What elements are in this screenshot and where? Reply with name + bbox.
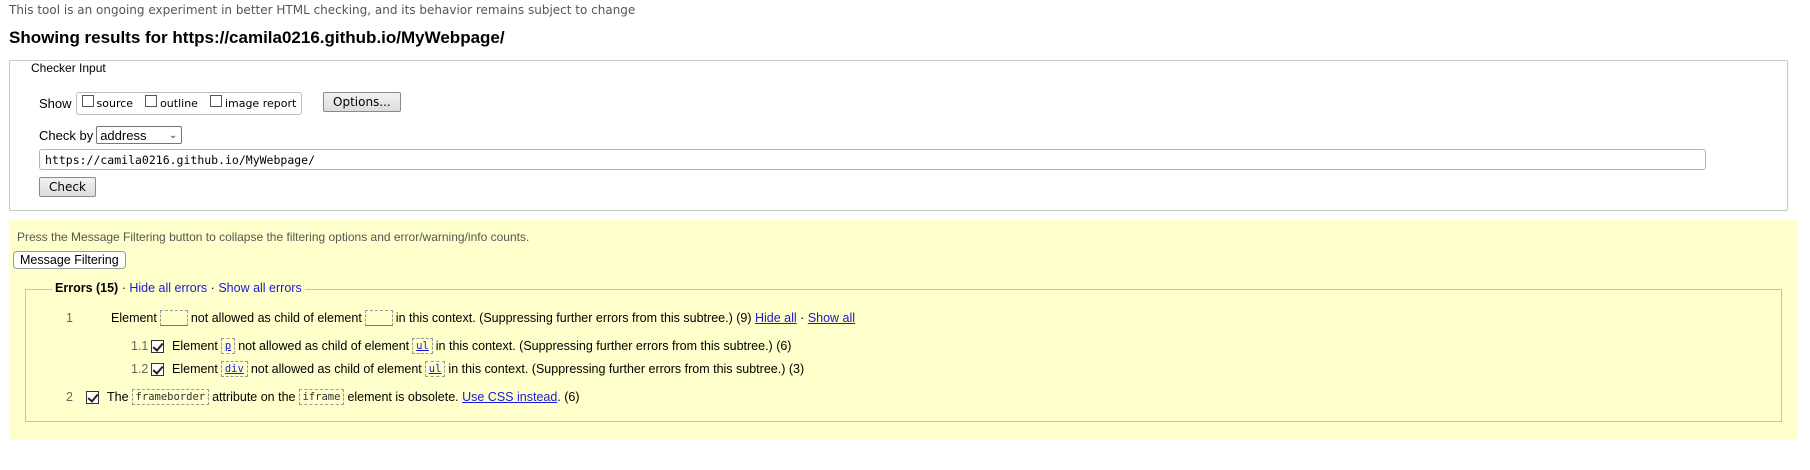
check-by-row: Check by address ⌄ — [39, 126, 183, 144]
error-number: 1 — [66, 311, 73, 325]
results-heading: Showing results for https://camila0216.g… — [9, 28, 505, 47]
show-all-errors-link[interactable]: Show all errors — [218, 281, 301, 295]
check-button[interactable]: Check — [39, 177, 96, 197]
parent-code-blank — [364, 310, 393, 326]
error-number: 2 — [66, 390, 73, 404]
errors-legend: Errors (15) · Hide all errors · Show all… — [52, 281, 305, 295]
parent-code-link[interactable]: ul — [424, 361, 446, 377]
error-checkbox[interactable] — [151, 362, 164, 376]
error-text-mid: attribute on the — [212, 390, 296, 404]
show-options-group: source outline image report — [75, 92, 303, 115]
error-row-1-2: 1.2 Element div not allowed as child of … — [131, 361, 804, 377]
url-input[interactable]: https://camila0216.github.io/MyWebpage/ — [39, 149, 1706, 170]
separator: · — [800, 311, 805, 325]
error-text-post: in this context. (Suppressing further er… — [395, 311, 752, 325]
error-text-pre: Element — [172, 339, 218, 353]
source-checkbox[interactable] — [81, 95, 94, 107]
error-text-mid: not allowed as child of element — [250, 362, 422, 376]
options-button[interactable]: Options... — [323, 92, 401, 112]
error-row-2: 2 The frameborder attribute on the ifram… — [66, 389, 580, 405]
error-text-mid: not allowed as child of element — [190, 311, 362, 325]
show-options-row: Show source outline image report — [39, 92, 303, 115]
results-panel: Press the Message Filtering button to co… — [9, 220, 1798, 440]
check-by-label: Check by — [39, 127, 94, 143]
check-by-selected-value: address — [100, 127, 147, 143]
show-label: Show — [39, 96, 72, 111]
separator: · — [121, 281, 126, 295]
error-text-pre: Element — [111, 311, 157, 325]
experiment-notice: This tool is an ongoing experiment in be… — [9, 3, 636, 17]
error-text-mid: not allowed as child of element — [238, 339, 410, 353]
error-count: . (6) — [557, 390, 580, 404]
element-code-link[interactable]: div — [220, 361, 248, 377]
element-code-blank — [159, 310, 188, 326]
separator: · — [210, 281, 215, 295]
attribute-code: frameborder — [131, 389, 210, 405]
show-all-link[interactable]: Show all — [808, 311, 855, 325]
parent-code-link[interactable]: ul — [412, 338, 433, 354]
checker-input-fieldset — [9, 60, 1788, 211]
error-row-1-1: 1.1 Element p not allowed as child of el… — [131, 338, 791, 354]
outline-checkbox-label[interactable]: outline — [160, 97, 198, 110]
error-checkbox[interactable] — [86, 390, 99, 404]
error-text-pre: The — [107, 390, 129, 404]
error-text-pre: Element — [172, 362, 218, 376]
check-by-select[interactable]: address ⌄ — [96, 126, 183, 144]
source-checkbox-label[interactable]: source — [97, 97, 134, 110]
error-number: 1.2 — [131, 362, 149, 376]
message-filtering-button[interactable]: Message Filtering — [13, 251, 126, 269]
error-text-post: element is obsolete. — [347, 390, 459, 404]
hide-all-errors-link[interactable]: Hide all errors — [129, 281, 207, 295]
checker-input-legend: Checker Input — [27, 61, 110, 75]
error-number: 1.1 — [131, 339, 149, 353]
error-checkbox[interactable] — [151, 339, 164, 353]
outline-checkbox[interactable] — [145, 95, 158, 107]
image-report-checkbox-label[interactable]: image report — [225, 97, 296, 110]
error-text-post: in this context. (Suppressing further er… — [448, 362, 805, 376]
element-code-link[interactable]: p — [220, 338, 236, 354]
element-code: iframe — [298, 389, 345, 405]
error-text-post: in this context. (Suppressing further er… — [435, 339, 792, 353]
filtering-hint: Press the Message Filtering button to co… — [17, 230, 530, 244]
use-css-instead-link[interactable]: Use CSS instead — [462, 390, 557, 404]
image-report-checkbox[interactable] — [209, 95, 222, 107]
chevron-down-icon: ⌄ — [168, 129, 178, 141]
errors-count-title: Errors (15) — [55, 281, 119, 295]
hide-all-link[interactable]: Hide all — [755, 311, 797, 325]
error-row-1: 1 Element not allowed as child of elemen… — [66, 310, 855, 326]
